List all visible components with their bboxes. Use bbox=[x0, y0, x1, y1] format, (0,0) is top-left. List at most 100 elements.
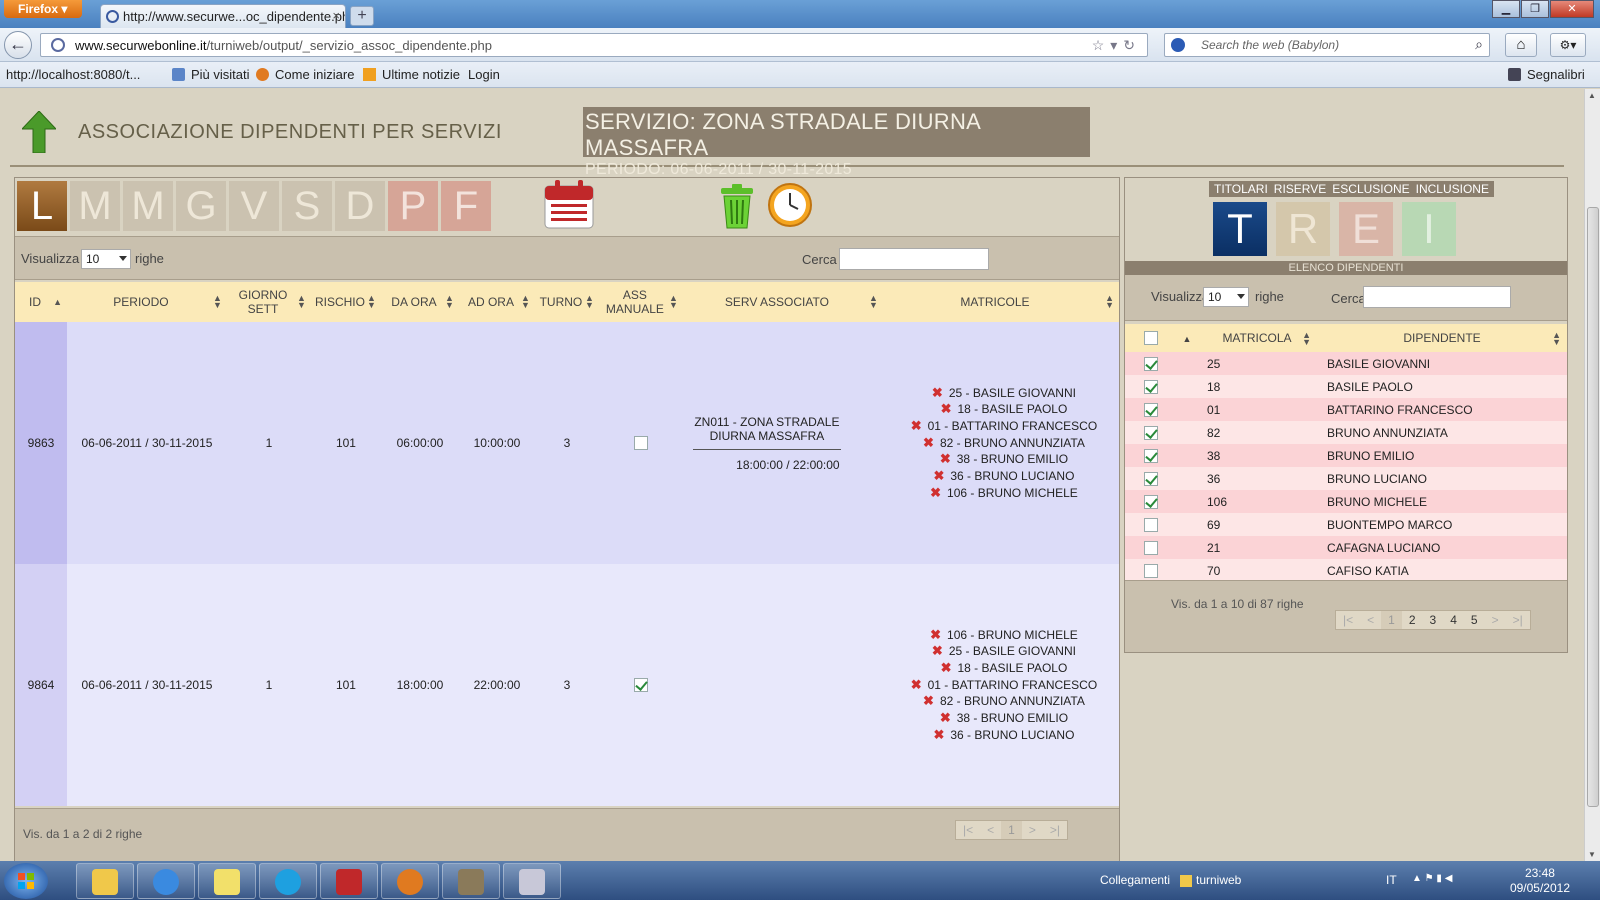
col-header-rischio[interactable]: RISCHIO ▲ ▼ bbox=[310, 282, 381, 322]
page-button[interactable]: >| bbox=[1506, 611, 1530, 629]
firefox-menu-button[interactable]: Firefox ▾ bbox=[4, 0, 82, 18]
bookmark-come-iniziare[interactable]: Come iniziare bbox=[256, 67, 354, 82]
employee-row[interactable]: 25 BASILE GIOVANNI bbox=[1125, 352, 1567, 375]
col-header-giorno-sett[interactable]: GIORNO SETT ▲ ▼ bbox=[226, 282, 311, 322]
taskbar-explorer[interactable] bbox=[76, 863, 134, 899]
taskbar-firefox[interactable] bbox=[381, 863, 439, 899]
employee-checkbox[interactable] bbox=[1144, 448, 1158, 463]
employee-row[interactable]: 82 BRUNO ANNUNZIATA bbox=[1125, 421, 1567, 444]
employee-checkbox[interactable] bbox=[1144, 425, 1158, 440]
page-button[interactable]: < bbox=[1360, 611, 1381, 629]
page-button[interactable]: > bbox=[1022, 821, 1043, 839]
employee-row[interactable]: 70 CAFISO KATIA bbox=[1125, 559, 1567, 582]
day-button-festivo[interactable]: F bbox=[441, 181, 491, 231]
taskbar-notes[interactable] bbox=[198, 863, 256, 899]
search-input[interactable] bbox=[839, 248, 989, 270]
browser-tab-active[interactable]: http://www.securwe...oc_dipendente.php × bbox=[100, 4, 346, 28]
page-button[interactable]: 4 bbox=[1443, 611, 1464, 629]
back-button[interactable]: ← bbox=[4, 31, 32, 59]
bookmark-login[interactable]: Login bbox=[468, 67, 500, 169]
employee-row[interactable]: 106 BRUNO MICHELE bbox=[1125, 490, 1567, 513]
links-toolbar-label[interactable]: Collegamenti bbox=[1100, 873, 1170, 887]
tab-label-titolari[interactable]: TITOLARI bbox=[1214, 182, 1268, 196]
employee-checkbox[interactable] bbox=[1144, 379, 1158, 394]
page-size-select[interactable]: 10 bbox=[81, 249, 131, 269]
scrollbar-thumb[interactable] bbox=[1587, 207, 1599, 807]
employee-checkbox[interactable] bbox=[1144, 517, 1158, 532]
remove-icon[interactable]: ✖ bbox=[933, 727, 944, 742]
col-header-turno[interactable]: TURNO ▲ ▼ bbox=[534, 282, 599, 322]
employee-row[interactable]: 18 BASILE PAOLO bbox=[1125, 375, 1567, 398]
employee-row[interactable]: 38 BRUNO EMILIO bbox=[1125, 444, 1567, 467]
taskbar-skype[interactable] bbox=[259, 863, 317, 899]
day-button-mercoledi[interactable]: M bbox=[123, 181, 173, 231]
remove-icon[interactable]: ✖ bbox=[930, 485, 941, 500]
page-button[interactable]: 3 bbox=[1423, 611, 1444, 629]
employee-checkbox[interactable] bbox=[1144, 356, 1158, 371]
remove-icon[interactable]: ✖ bbox=[923, 435, 934, 450]
page-button[interactable]: >| bbox=[1043, 821, 1067, 839]
col-header-periodo[interactable]: PERIODO ▲ ▼ bbox=[66, 282, 227, 322]
web-search-box[interactable]: Search the web (Babylon) ⌕ bbox=[1164, 33, 1490, 57]
employee-checkbox[interactable] bbox=[1144, 540, 1158, 555]
page-button[interactable]: 1 bbox=[1001, 821, 1022, 839]
clock-icon[interactable] bbox=[767, 182, 813, 228]
tab-label-inclusione[interactable]: INCLUSIONE bbox=[1416, 182, 1489, 196]
bookmark-localhost[interactable]: http://localhost:8080/t... bbox=[6, 67, 140, 169]
remove-icon[interactable]: ✖ bbox=[923, 693, 934, 708]
trash-icon[interactable] bbox=[719, 184, 755, 230]
bookmark-piu-visitati[interactable]: Più visitati bbox=[172, 67, 250, 82]
new-tab-button[interactable]: + bbox=[350, 6, 374, 26]
search-engine-icon[interactable] bbox=[1171, 38, 1185, 52]
remove-icon[interactable]: ✖ bbox=[940, 710, 951, 725]
bookmark-star-icon[interactable]: ☆▾↻ bbox=[1092, 37, 1141, 54]
minimize-button[interactable]: ▁ bbox=[1492, 0, 1520, 18]
taskbar-filezilla[interactable] bbox=[320, 863, 378, 899]
address-bar[interactable]: www.securwebonline.it/turniweb/output/_s… bbox=[40, 33, 1148, 57]
remove-icon[interactable]: ✖ bbox=[911, 418, 922, 433]
day-button-prefestivo[interactable]: P bbox=[388, 181, 438, 231]
day-button-martedi[interactable]: M bbox=[70, 181, 120, 231]
employee-row[interactable]: 36 BRUNO LUCIANO bbox=[1125, 467, 1567, 490]
remove-icon[interactable]: ✖ bbox=[941, 401, 952, 416]
turniweb-folder-shortcut[interactable]: turniweb bbox=[1180, 873, 1241, 887]
col-header-da-ora[interactable]: DA ORA ▲ ▼ bbox=[380, 282, 459, 322]
maximize-button[interactable]: ❐ bbox=[1521, 0, 1549, 18]
tab-inclusione[interactable]: I bbox=[1402, 202, 1456, 256]
select-all-checkbox[interactable] bbox=[1144, 331, 1158, 346]
employee-checkbox[interactable] bbox=[1144, 471, 1158, 486]
bookmark-ultime-notizie[interactable]: Ultime notizie bbox=[363, 67, 460, 82]
employee-checkbox[interactable] bbox=[1144, 494, 1158, 509]
page-button[interactable]: > bbox=[1485, 611, 1506, 629]
search-icon[interactable]: ⌕ bbox=[1475, 36, 1483, 53]
remove-icon[interactable]: ✖ bbox=[930, 627, 941, 642]
ass-manuale-checkbox[interactable] bbox=[633, 436, 648, 451]
day-button-lunedi[interactable]: L bbox=[17, 181, 67, 231]
employee-row[interactable]: 01 BATTARINO FRANCESCO bbox=[1125, 398, 1567, 421]
employees-search-input[interactable] bbox=[1363, 286, 1511, 308]
taskbar-internet-explorer[interactable] bbox=[137, 863, 195, 899]
ass-manuale-checkbox[interactable] bbox=[633, 678, 648, 693]
page-button[interactable]: 2 bbox=[1402, 611, 1423, 629]
employee-checkbox[interactable] bbox=[1144, 563, 1158, 578]
window-close-button[interactable]: ✕ bbox=[1550, 0, 1594, 18]
col-header-dipendente[interactable]: DIPENDENTE ▲ ▼ bbox=[1317, 324, 1567, 352]
remove-icon[interactable]: ✖ bbox=[940, 451, 951, 466]
remove-icon[interactable]: ✖ bbox=[911, 677, 922, 692]
day-button-giovedi[interactable]: G bbox=[176, 181, 226, 231]
tab-riserve[interactable]: R bbox=[1276, 202, 1330, 256]
table-row[interactable]: 9863 06-06-2011 / 30-11-2015 1 101 06:00:00 1… bbox=[15, 322, 1119, 564]
day-button-venerdi[interactable]: V bbox=[229, 181, 279, 231]
bookmarks-menu-button[interactable]: Segnalibri bbox=[1508, 67, 1585, 82]
page-button[interactable]: |< bbox=[1336, 611, 1360, 629]
page-button[interactable]: < bbox=[980, 821, 1001, 839]
remove-icon[interactable]: ✖ bbox=[933, 468, 944, 483]
page-scrollbar[interactable]: ▲ ▼ bbox=[1584, 89, 1600, 861]
page-button[interactable]: |< bbox=[956, 821, 980, 839]
system-clock[interactable]: 23:48 09/05/2012 bbox=[1510, 866, 1570, 896]
employee-checkbox[interactable] bbox=[1144, 402, 1158, 417]
tab-label-esclusione[interactable]: ESCLUSIONE bbox=[1332, 182, 1409, 196]
employee-row[interactable]: 21 CAFAGNA LUCIANO bbox=[1125, 536, 1567, 559]
calendar-icon[interactable] bbox=[543, 180, 595, 230]
taskbar-app[interactable] bbox=[503, 863, 561, 899]
